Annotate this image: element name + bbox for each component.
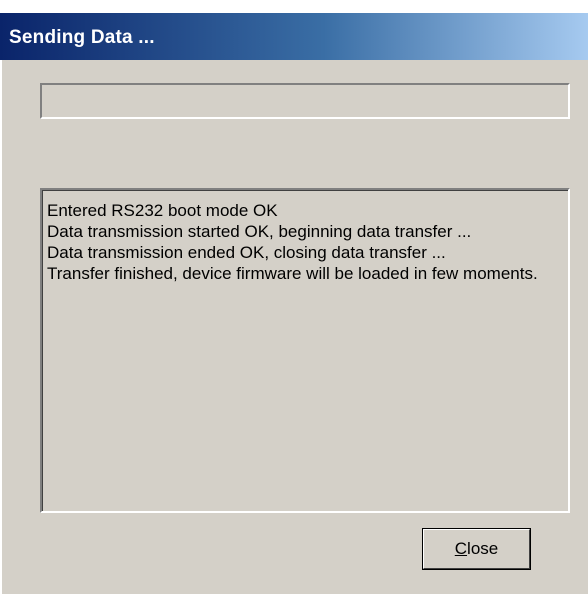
close-button-label: lose <box>467 539 499 558</box>
log-line: Entered RS232 boot mode OK <box>47 201 278 220</box>
log-line: Data transmission started OK, beginning … <box>47 222 472 241</box>
left-edge <box>0 60 2 594</box>
close-button-mnemonic: C <box>454 539 468 558</box>
close-button[interactable]: Close <box>422 528 531 570</box>
sending-data-dialog: Sending Data ... Entered RS232 boot mode… <box>0 0 588 594</box>
window-title: Sending Data ... <box>9 27 155 48</box>
log-line: Data transmission ended OK, closing data… <box>47 243 446 262</box>
log-line: Transfer finished, device firmware will … <box>47 264 538 283</box>
progress-bar <box>40 83 570 119</box>
title-bar[interactable]: Sending Data ... <box>0 13 588 60</box>
status-log[interactable]: Entered RS232 boot mode OK Data transmis… <box>40 188 570 513</box>
top-edge <box>0 0 588 13</box>
